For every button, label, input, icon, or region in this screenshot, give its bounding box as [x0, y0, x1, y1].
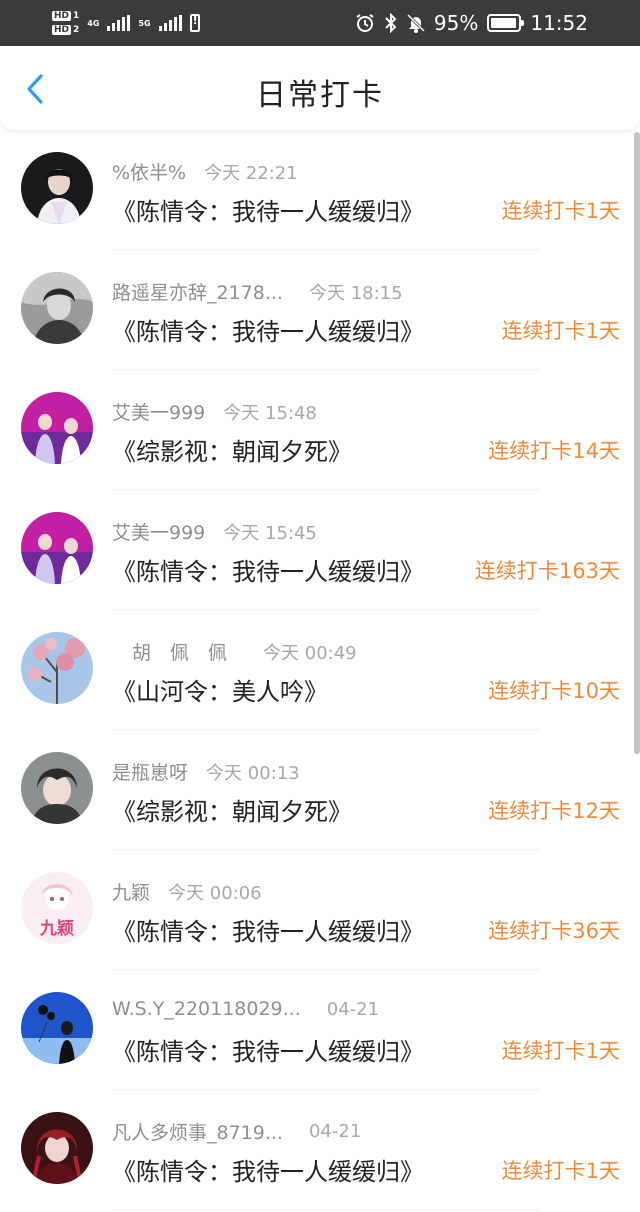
avatar[interactable]	[21, 512, 93, 584]
item-meta: 凡人多烦事_8719... 04-21	[112, 1118, 361, 1145]
list-item[interactable]: 是瓶崽呀 今天 00:13 《综影视：朝闻夕死》 连续打卡12天	[0, 730, 640, 850]
user-name[interactable]: %依半%	[112, 158, 186, 185]
user-name[interactable]: 是瓶崽呀	[112, 758, 188, 785]
book-title[interactable]: 《陈情令：我待一人缓缓归》	[112, 552, 424, 587]
book-title[interactable]: 《陈情令：我待一人缓缓归》	[112, 192, 424, 227]
avatar[interactable]	[21, 632, 93, 704]
item-meta: W.S.Y_220118029... 04-21	[112, 998, 379, 1020]
item-meta: 艾美一999 今天 15:48	[112, 398, 317, 425]
checkin-time: 04-21	[308, 1121, 362, 1142]
avatar[interactable]	[21, 992, 93, 1064]
sim1-indicator: HD 1	[52, 10, 80, 21]
user-name[interactable]: 九颖	[112, 878, 150, 905]
user-name[interactable]: 艾美一999	[112, 398, 205, 425]
alarm-icon	[356, 14, 374, 32]
mute-icon	[406, 13, 425, 33]
user-name[interactable]: 胡 佩 佩	[132, 638, 227, 665]
avatar[interactable]	[21, 152, 93, 224]
checkin-time: 今天 00:06	[168, 882, 262, 904]
book-title[interactable]: 《陈情令：我待一人缓缓归》	[112, 1032, 424, 1067]
list-item[interactable]: 凡人多烦事_8719... 04-21 《陈情令：我待一人缓缓归》 连续打卡1天	[0, 1090, 640, 1210]
item-meta: 胡 佩 佩 今天 00:49	[132, 638, 357, 665]
avatar[interactable]: 九颖	[21, 872, 93, 944]
list-item[interactable]: 路遥星亦辞_2178... 今天 18:15 《陈情令：我待一人缓缓归》 连续打…	[0, 250, 640, 370]
svg-text:九颖: 九颖	[39, 918, 74, 939]
sim-indicators: HD 1 HD 2	[52, 10, 80, 36]
streak-label: 连续打卡36天	[488, 919, 620, 943]
streak-label: 连续打卡14天	[488, 439, 620, 463]
user-name[interactable]: W.S.Y_220118029...	[112, 998, 301, 1020]
status-left: HD 1 HD 2 4G 5G	[52, 5, 200, 41]
book-title[interactable]: 《山河令：美人吟》	[112, 672, 328, 707]
streak-label: 连续打卡1天	[501, 199, 620, 223]
book-title[interactable]: 《陈情令：我待一人缓缓归》	[112, 912, 424, 947]
network-5g-label: 5G	[138, 18, 151, 28]
clock: 11:52	[530, 11, 588, 35]
book-title[interactable]: 《陈情令：我待一人缓缓归》	[112, 312, 424, 347]
item-meta: 路遥星亦辞_2178... 今天 18:15	[112, 278, 403, 305]
avatar[interactable]	[21, 272, 93, 344]
battery-percent: 95%	[433, 11, 479, 35]
list-item[interactable]: 艾美一999 今天 15:48 《综影视：朝闻夕死》 连续打卡14天	[0, 370, 640, 490]
user-name[interactable]: 路遥星亦辞_2178...	[112, 278, 283, 305]
sim2-indicator: HD 2	[52, 24, 80, 35]
checkin-time: 今天 22:21	[204, 162, 298, 184]
avatar[interactable]	[21, 752, 93, 824]
streak-label: 连续打卡10天	[488, 679, 620, 703]
streak-label: 连续打卡1天	[501, 1159, 620, 1183]
book-title[interactable]: 《综影视：朝闻夕死》	[112, 432, 352, 467]
scrollbar[interactable]	[634, 132, 640, 754]
page-title: 日常打卡	[256, 78, 384, 113]
book-title[interactable]: 《陈情令：我待一人缓缓归》	[112, 1152, 424, 1187]
item-meta: %依半% 今天 22:21	[112, 158, 298, 185]
status-right: 95% 11:52	[355, 0, 588, 46]
signal-1-icon	[107, 15, 131, 31]
avatar[interactable]	[21, 392, 93, 464]
checkin-time: 04-21	[326, 998, 380, 1020]
status-bar: HD1 HD2 4G 5G 95% 11:52	[0, 0, 640, 46]
user-name[interactable]: 艾美一999	[112, 518, 205, 545]
item-meta: 是瓶崽呀 今天 00:13	[112, 758, 300, 785]
checkin-time: 今天 00:13	[206, 762, 300, 784]
item-meta: 艾美一999 今天 15:45	[112, 518, 317, 545]
checkin-list: %依半% 今天 22:21 《陈情令：我待一人缓缓归》 连续打卡1天 路遥星亦辞…	[0, 130, 640, 1210]
signal-2-icon	[158, 15, 182, 31]
checkin-time: 今天 18:15	[308, 282, 403, 304]
list-item[interactable]: %依半% 今天 22:21 《陈情令：我待一人缓缓归》 连续打卡1天	[0, 130, 640, 250]
network-4g-label: 4G	[87, 18, 100, 28]
sim-alert-icon	[189, 14, 200, 32]
streak-label: 连续打卡1天	[501, 319, 620, 343]
checkin-time: 今天 15:45	[223, 522, 317, 544]
user-name[interactable]: 凡人多烦事_8719...	[112, 1118, 283, 1145]
list-item[interactable]: 胡 佩 佩 今天 00:49 《山河令：美人吟》 连续打卡10天	[0, 610, 640, 730]
bluetooth-icon	[385, 13, 397, 33]
list-item[interactable]: 艾美一999 今天 15:45 《陈情令：我待一人缓缓归》 连续打卡163天	[0, 490, 640, 610]
list-item[interactable]: 九颖 九颖 今天 00:06 《陈情令：我待一人缓缓归》 连续打卡36天	[0, 850, 640, 970]
streak-label: 连续打卡1天	[501, 1039, 620, 1063]
book-title[interactable]: 《综影视：朝闻夕死》	[112, 792, 352, 827]
checkin-time: 今天 15:48	[223, 402, 317, 424]
battery-icon	[487, 14, 525, 32]
item-meta: 九颖 今天 00:06	[112, 878, 262, 905]
streak-label: 连续打卡12天	[488, 799, 620, 823]
avatar[interactable]	[21, 1112, 93, 1184]
streak-label: 连续打卡163天	[474, 559, 620, 583]
checkin-time: 今天 00:49	[263, 642, 357, 664]
list-item[interactable]: W.S.Y_220118029... 04-21 《陈情令：我待一人缓缓归》 连…	[0, 970, 640, 1090]
header: 日常打卡	[0, 46, 640, 130]
